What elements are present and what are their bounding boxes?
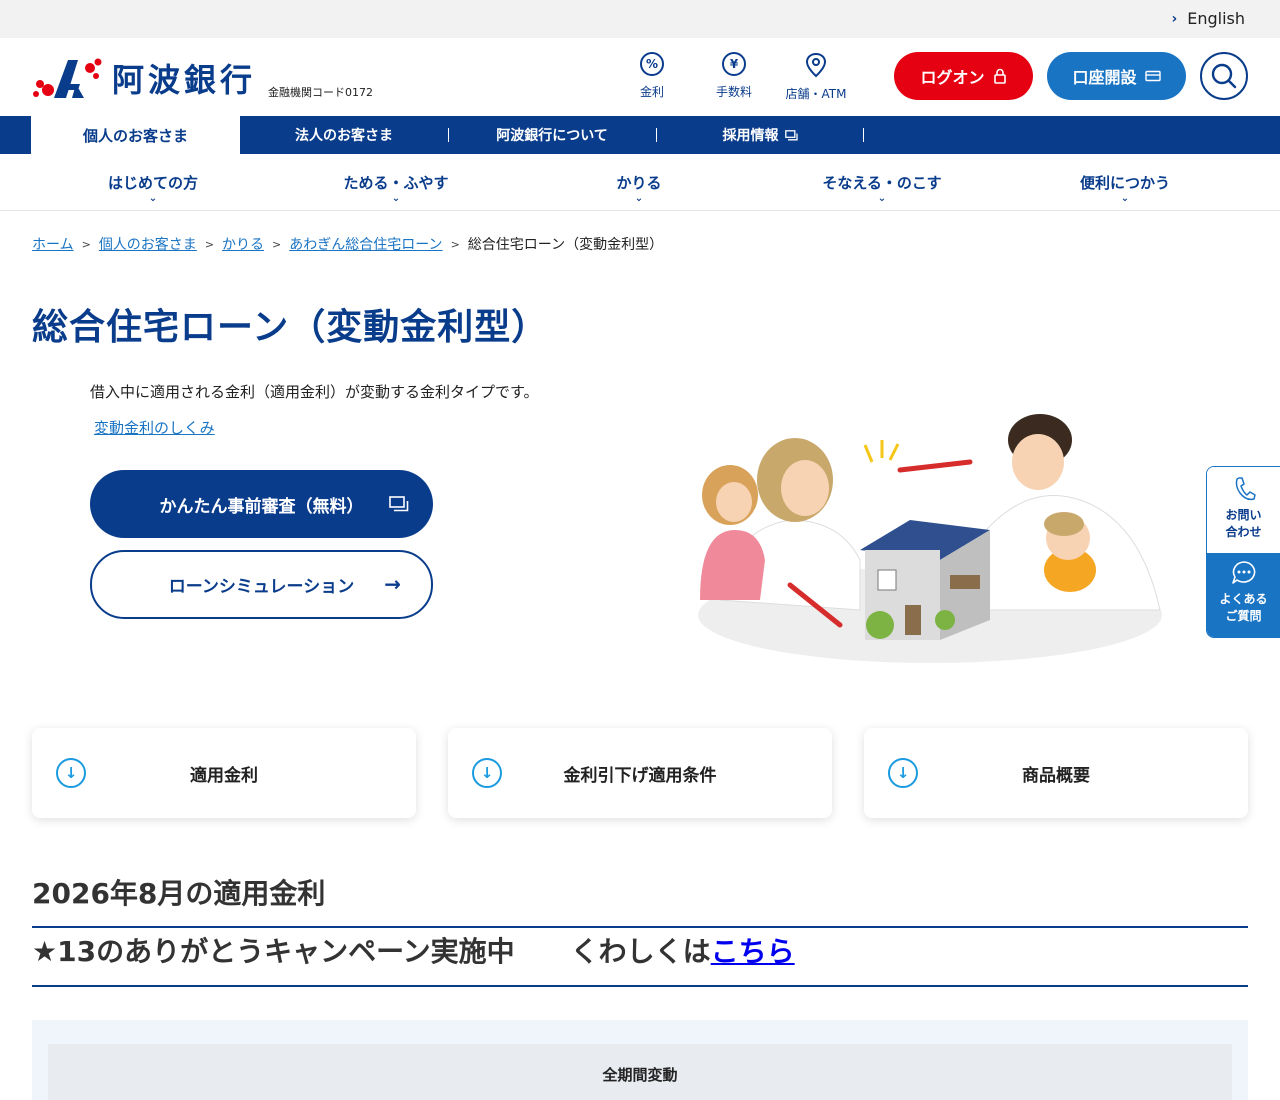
fee-label: 手数料	[715, 85, 752, 99]
precheck-label: かんたん事前審査（無料）	[159, 496, 364, 517]
branch-atm-link[interactable]: 店舗・ATM	[781, 52, 851, 102]
tab-personal[interactable]: 個人のお客さま	[31, 116, 240, 154]
chevron-right-icon: >	[272, 237, 282, 251]
logon-button[interactable]: ログオン	[894, 52, 1033, 100]
chevron-down-icon: ⌄	[1120, 193, 1130, 204]
divider	[32, 985, 1248, 987]
chevron-right-icon: ›	[1171, 10, 1178, 27]
chevron-right-icon: >	[450, 237, 460, 251]
chevron-right-icon: >	[204, 237, 215, 251]
arrow-down-icon: ↓	[56, 758, 86, 788]
search-button[interactable]	[1200, 52, 1248, 100]
chat-bubble-icon	[1231, 561, 1255, 584]
bank-name: 阿波銀行	[112, 61, 257, 99]
anchor-card-product-overview[interactable]: ↓ 商品概要	[864, 728, 1248, 818]
breadcrumb-personal[interactable]: 個人のお客さま	[99, 234, 197, 254]
bank-logo[interactable]: 阿波銀行 金融機関コード0172	[32, 54, 373, 102]
lock-icon	[993, 68, 1006, 84]
chevron-down-icon: ⌄	[391, 193, 401, 204]
phone-icon	[1235, 477, 1256, 501]
contact-button[interactable]: お問い 合わせ	[1207, 467, 1280, 553]
map-pin-icon	[805, 52, 827, 78]
snav-beginners[interactable]: はじめての方 ⌄	[58, 172, 248, 204]
tab-recruit[interactable]: 採用情報	[656, 116, 864, 154]
external-window-icon	[389, 496, 409, 512]
chevron-down-icon: ⌄	[148, 193, 158, 204]
category-nav: はじめての方 ⌄ ためる・ふやす ⌄ かりる ⌄ そなえる・のこす ⌄ 便利につ…	[0, 154, 1280, 211]
rates-heading: 2026年8月の適用金利	[32, 877, 326, 910]
branch-atm-label: 店舗・ATM	[785, 87, 847, 101]
external-window-icon	[784, 129, 798, 140]
rate-table: 全期間変動	[32, 1020, 1248, 1100]
faq-label: よくある ご質問	[1219, 592, 1268, 623]
tab-about-label: 阿波銀行について	[496, 128, 608, 144]
breadcrumb-housing-loan[interactable]: あわぎん総合住宅ローン	[289, 234, 442, 254]
chevron-down-icon: ⌄	[877, 193, 887, 204]
page-title: 総合住宅ローン（変動金利型）	[32, 307, 549, 348]
anchor-card-applied-rate[interactable]: ↓ 適用金利	[32, 728, 416, 818]
snav-convenient-label: 便利につかう	[1079, 174, 1170, 192]
rate-label: 金利	[639, 85, 664, 99]
fee-link[interactable]: ¥ 手数料	[699, 52, 769, 100]
breadcrumb-borrow[interactable]: かりる	[222, 234, 264, 254]
snav-prepare[interactable]: そなえる・のこす ⌄	[787, 172, 977, 204]
snav-beginners-label: はじめての方	[107, 174, 198, 192]
bank-code: 金融機関コード0172	[268, 86, 374, 99]
divider	[32, 926, 1248, 928]
snav-borrow-label: かりる	[616, 174, 662, 192]
anchor-card-discount-conditions[interactable]: ↓ 金利引下げ適用条件	[448, 728, 832, 818]
english-label: English	[1187, 9, 1245, 28]
anchor-card-label: 商品概要	[1022, 765, 1090, 786]
anchor-card-label: 適用金利	[190, 765, 258, 786]
tab-about[interactable]: 阿波銀行について	[448, 116, 656, 154]
faq-button[interactable]: よくある ご質問	[1207, 553, 1280, 637]
lead-text: 借入中に適用される金利（適用金利）が変動する金利タイプです。	[90, 383, 539, 401]
campaign-text: ★13のありがとうキャンペーン実施中 くわしくは	[32, 935, 711, 968]
snav-save-grow[interactable]: ためる・ふやす ⌄	[301, 172, 491, 204]
breadcrumb-home[interactable]: ホーム	[32, 234, 74, 254]
yen-icon: ¥	[722, 52, 746, 76]
precheck-button[interactable]: かんたん事前審査（無料）	[90, 470, 433, 538]
anchor-card-label: 金利引下げ適用条件	[563, 765, 717, 786]
breadcrumb-current: 総合住宅ローン（変動金利型）	[467, 237, 664, 253]
chevron-down-icon: ⌄	[634, 193, 644, 204]
snav-prepare-label: そなえる・のこす	[822, 174, 942, 192]
floating-side-menu: お問い 合わせ よくある ご質問	[1206, 466, 1280, 638]
rate-table-header: 全期間変動	[48, 1044, 1232, 1100]
chevron-right-icon: >	[81, 237, 91, 251]
loan-simulation-label: ローンシミュレーション	[168, 577, 355, 597]
arrow-down-icon: ↓	[888, 758, 918, 788]
variable-rate-mechanism-link[interactable]: 変動金利のしくみ	[94, 417, 215, 438]
snav-save-grow-label: ためる・ふやす	[343, 174, 449, 192]
global-nav: 個人のお客さま 法人のお客さま 阿波銀行について 採用情報	[0, 116, 1280, 154]
campaign-notice: ★13のありがとうキャンペーン実施中 くわしくはこちら	[32, 930, 795, 970]
family-house-illustration	[698, 414, 1162, 663]
nav-divider	[863, 128, 864, 142]
arrow-right-icon: →	[384, 572, 401, 596]
logon-label: ログオン	[920, 68, 985, 87]
open-account-label: 口座開設	[1072, 68, 1137, 87]
english-link[interactable]: › English	[1171, 9, 1245, 28]
contact-label: お問い 合わせ	[1225, 508, 1262, 539]
loan-simulation-button[interactable]: ローンシミュレーション →	[90, 550, 433, 619]
tab-corporate[interactable]: 法人のお客さま	[240, 116, 448, 154]
card-icon	[1144, 70, 1161, 82]
logo-mark-icon	[33, 58, 102, 98]
snav-borrow[interactable]: かりる ⌄	[544, 172, 734, 204]
open-account-button[interactable]: 口座開設	[1047, 52, 1186, 100]
breadcrumb: ホーム > 個人のお客さま > かりる > あわぎん総合住宅ローン > 総合住宅…	[32, 234, 663, 254]
tab-personal-label: 個人のお客さま	[82, 126, 188, 145]
site-header: 阿波銀行 金融機関コード0172 % 金利 ¥ 手数料 店舗・ATM ログオン …	[0, 38, 1280, 116]
search-icon	[1211, 63, 1237, 89]
rate-link[interactable]: % 金利	[617, 52, 687, 100]
campaign-link[interactable]: こちら	[711, 935, 795, 968]
arrow-down-icon: ↓	[472, 758, 502, 788]
tab-recruit-label: 採用情報	[722, 128, 779, 144]
snav-convenient[interactable]: 便利につかう ⌄	[1030, 172, 1220, 204]
top-utility-bar: › English	[0, 0, 1280, 38]
tab-corporate-label: 法人のお客さま	[295, 128, 393, 144]
percent-icon: %	[640, 52, 664, 76]
